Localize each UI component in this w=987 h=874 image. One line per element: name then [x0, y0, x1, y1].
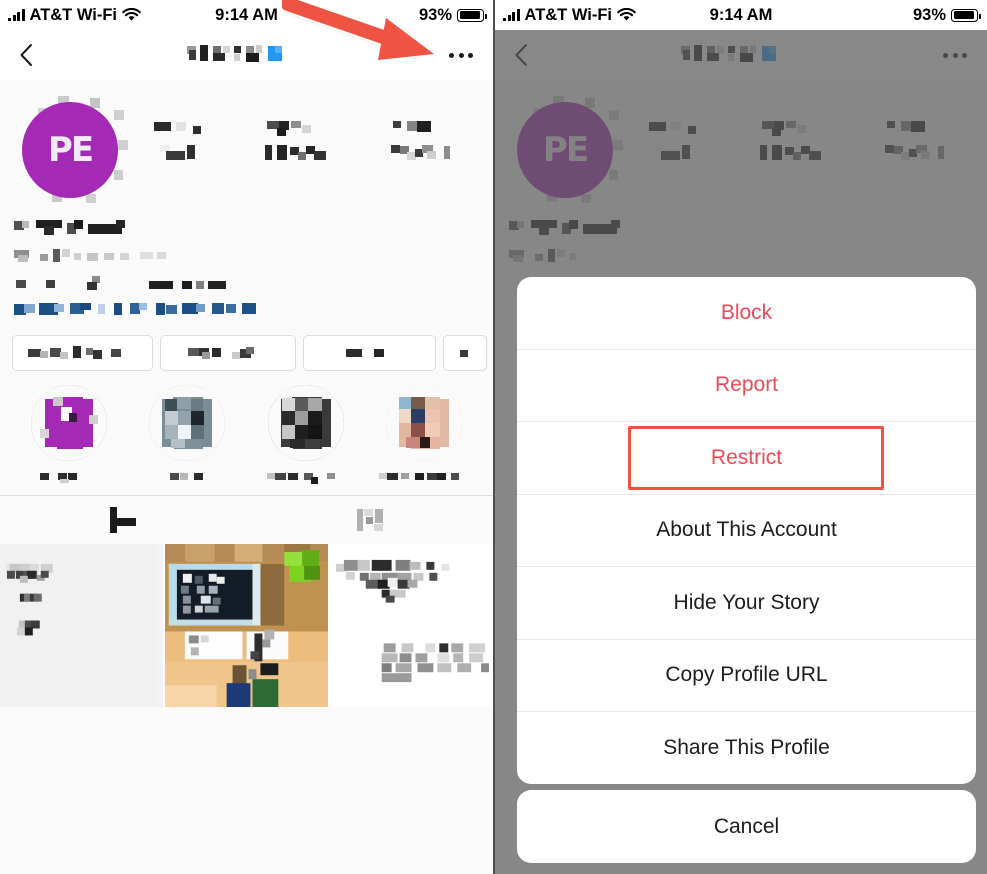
battery-percent-label: 93%: [912, 5, 946, 24]
status-bar-left: AT&T Wi-Fi 9:14 AM 93%: [0, 0, 493, 30]
highlight-thumb: [149, 385, 226, 461]
action-sheet-item-copy-profile-url[interactable]: Copy Profile URL: [517, 638, 976, 712]
profile-photo-grid: [0, 544, 493, 707]
post-thumbnail[interactable]: [165, 544, 328, 707]
stat-value-redacted: [153, 122, 201, 134]
battery-percent-label: 93%: [418, 5, 452, 24]
stat-label-redacted: [391, 145, 451, 160]
stat-label-redacted: [265, 145, 327, 160]
left-phone-screen: AT&T Wi-Fi 9:14 AM 93% PE: [0, 0, 493, 874]
bio-extra-redacted: [14, 276, 479, 295]
right-phone-screen: AT&T Wi-Fi 9:14 AM 93% Block Report Rest…: [495, 0, 987, 874]
highlight-thumb: [31, 385, 108, 461]
profile-action-button-1[interactable]: [12, 335, 153, 371]
avatar-wrapper[interactable]: PE: [14, 94, 128, 206]
action-sheet-item-share-this-profile[interactable]: Share This Profile: [517, 711, 976, 784]
highlight-label-redacted: [170, 473, 204, 480]
story-highlight-2[interactable]: [128, 385, 246, 485]
profile-avatar[interactable]: PE: [22, 102, 118, 198]
screenshot-stage: AT&T Wi-Fi 9:14 AM 93% PE AT&T Wi-Fi 9:1…: [0, 0, 987, 874]
avatar-initials: PE: [47, 130, 94, 170]
tab-grid[interactable]: [0, 496, 247, 544]
post-thumbnail[interactable]: [330, 544, 493, 707]
stat-following[interactable]: [391, 120, 453, 161]
nav-bar-left: [0, 30, 493, 80]
highlight-label-redacted: [40, 473, 78, 483]
action-sheet: Block Report Restrict About This Account…: [517, 277, 976, 784]
profile-header: PE: [0, 80, 493, 206]
stat-followers[interactable]: [265, 120, 339, 161]
highlight-thumb: [267, 385, 344, 461]
profile-username-redacted: [0, 42, 493, 68]
bio-text-redacted: [14, 249, 479, 268]
stat-value-redacted: [267, 121, 312, 136]
grid-icon: [110, 507, 137, 533]
profile-action-button-3[interactable]: [303, 335, 436, 371]
highlight-thumb: [385, 385, 462, 461]
action-sheet-item-report[interactable]: Report: [517, 348, 976, 422]
action-sheet-item-block[interactable]: Block: [517, 277, 976, 349]
status-bar-right-group: 93%: [912, 5, 981, 25]
action-sheet-item-restrict[interactable]: Restrict: [517, 421, 976, 494]
post-thumbnail[interactable]: [0, 544, 163, 707]
story-highlight-1[interactable]: [10, 385, 128, 485]
stat-posts[interactable]: [152, 120, 214, 161]
more-options-icon[interactable]: [449, 52, 473, 58]
profile-action-button-4[interactable]: [443, 335, 487, 371]
highlight-label-redacted: [378, 473, 459, 480]
story-highlight-4[interactable]: [365, 385, 483, 485]
highlight-label-redacted: [266, 473, 335, 484]
status-bar-right-group: 93%: [418, 5, 487, 25]
action-sheet-item-about-this-account[interactable]: About This Account: [517, 493, 976, 567]
profile-action-button-2[interactable]: [160, 335, 296, 371]
stat-value-redacted: [393, 121, 432, 132]
story-highlight-3[interactable]: [247, 385, 365, 485]
status-bar-right: AT&T Wi-Fi 9:14 AM 93%: [495, 0, 987, 30]
tagged-person-icon: [356, 507, 383, 533]
battery-icon: [457, 8, 487, 22]
bio-name-redacted: [14, 220, 479, 241]
panel-divider: [493, 0, 495, 874]
story-highlights: [0, 371, 493, 495]
bio-link-redacted[interactable]: [14, 303, 479, 323]
profile-action-buttons: [0, 323, 493, 371]
action-sheet-item-hide-your-story[interactable]: Hide Your Story: [517, 566, 976, 639]
profile-content: PE: [0, 80, 493, 707]
profile-bio: [0, 206, 493, 323]
action-sheet-cancel-button[interactable]: Cancel: [517, 790, 976, 863]
tab-tagged[interactable]: [247, 496, 494, 544]
profile-tabs: [0, 495, 493, 544]
profile-stats: [126, 94, 479, 161]
stat-label-redacted: [159, 145, 195, 160]
battery-icon: [951, 8, 981, 22]
